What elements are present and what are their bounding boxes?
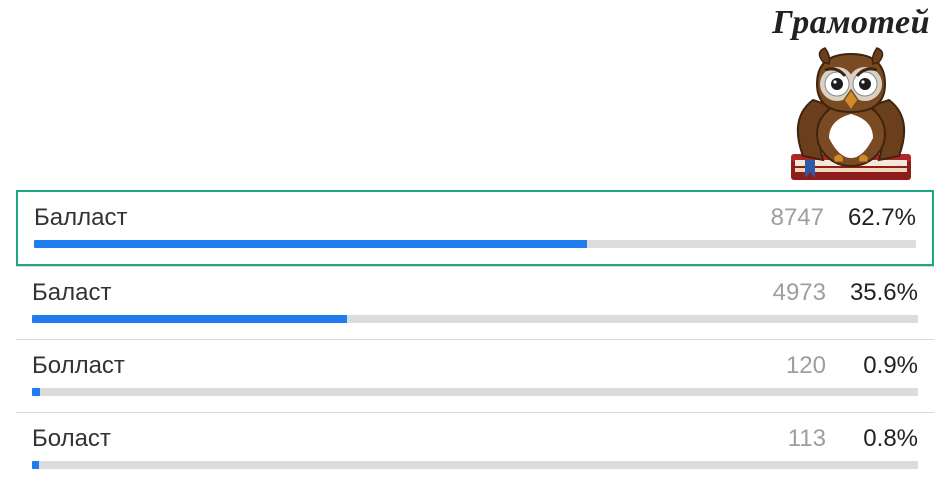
poll-option[interactable]: Болласт 120 0.9% [16, 339, 934, 412]
option-label: Баласт [32, 279, 750, 307]
poll-option[interactable]: Баласт 4973 35.6% [16, 266, 934, 339]
brand: Грамотей [772, 4, 930, 192]
brand-title: Грамотей [772, 4, 930, 42]
option-bar [34, 240, 916, 248]
option-bar [32, 461, 918, 469]
option-percent: 62.7% [836, 204, 916, 232]
poll-option[interactable]: Боласт 113 0.8% [16, 412, 934, 485]
option-percent: 0.8% [838, 425, 918, 453]
option-count: 4973 [762, 279, 826, 307]
option-bar-fill [34, 240, 587, 248]
option-bar [32, 388, 918, 396]
option-count: 8747 [760, 204, 824, 232]
option-bar-fill [32, 461, 39, 469]
option-label: Боласт [32, 425, 750, 453]
option-count: 120 [762, 352, 826, 380]
option-percent: 35.6% [838, 279, 918, 307]
option-label: Болласт [32, 352, 750, 380]
option-bar [32, 315, 918, 323]
option-label: Балласт [34, 204, 748, 232]
owl-on-book-icon [775, 42, 927, 192]
poll: Балласт 8747 62.7% Баласт 4973 35.6% Бол… [0, 190, 950, 497]
poll-option[interactable]: Балласт 8747 62.7% [16, 190, 934, 266]
option-percent: 0.9% [838, 352, 918, 380]
option-bar-fill [32, 315, 347, 323]
header: Грамотей [0, 0, 950, 192]
option-count: 113 [762, 425, 826, 453]
option-bar-fill [32, 388, 40, 396]
